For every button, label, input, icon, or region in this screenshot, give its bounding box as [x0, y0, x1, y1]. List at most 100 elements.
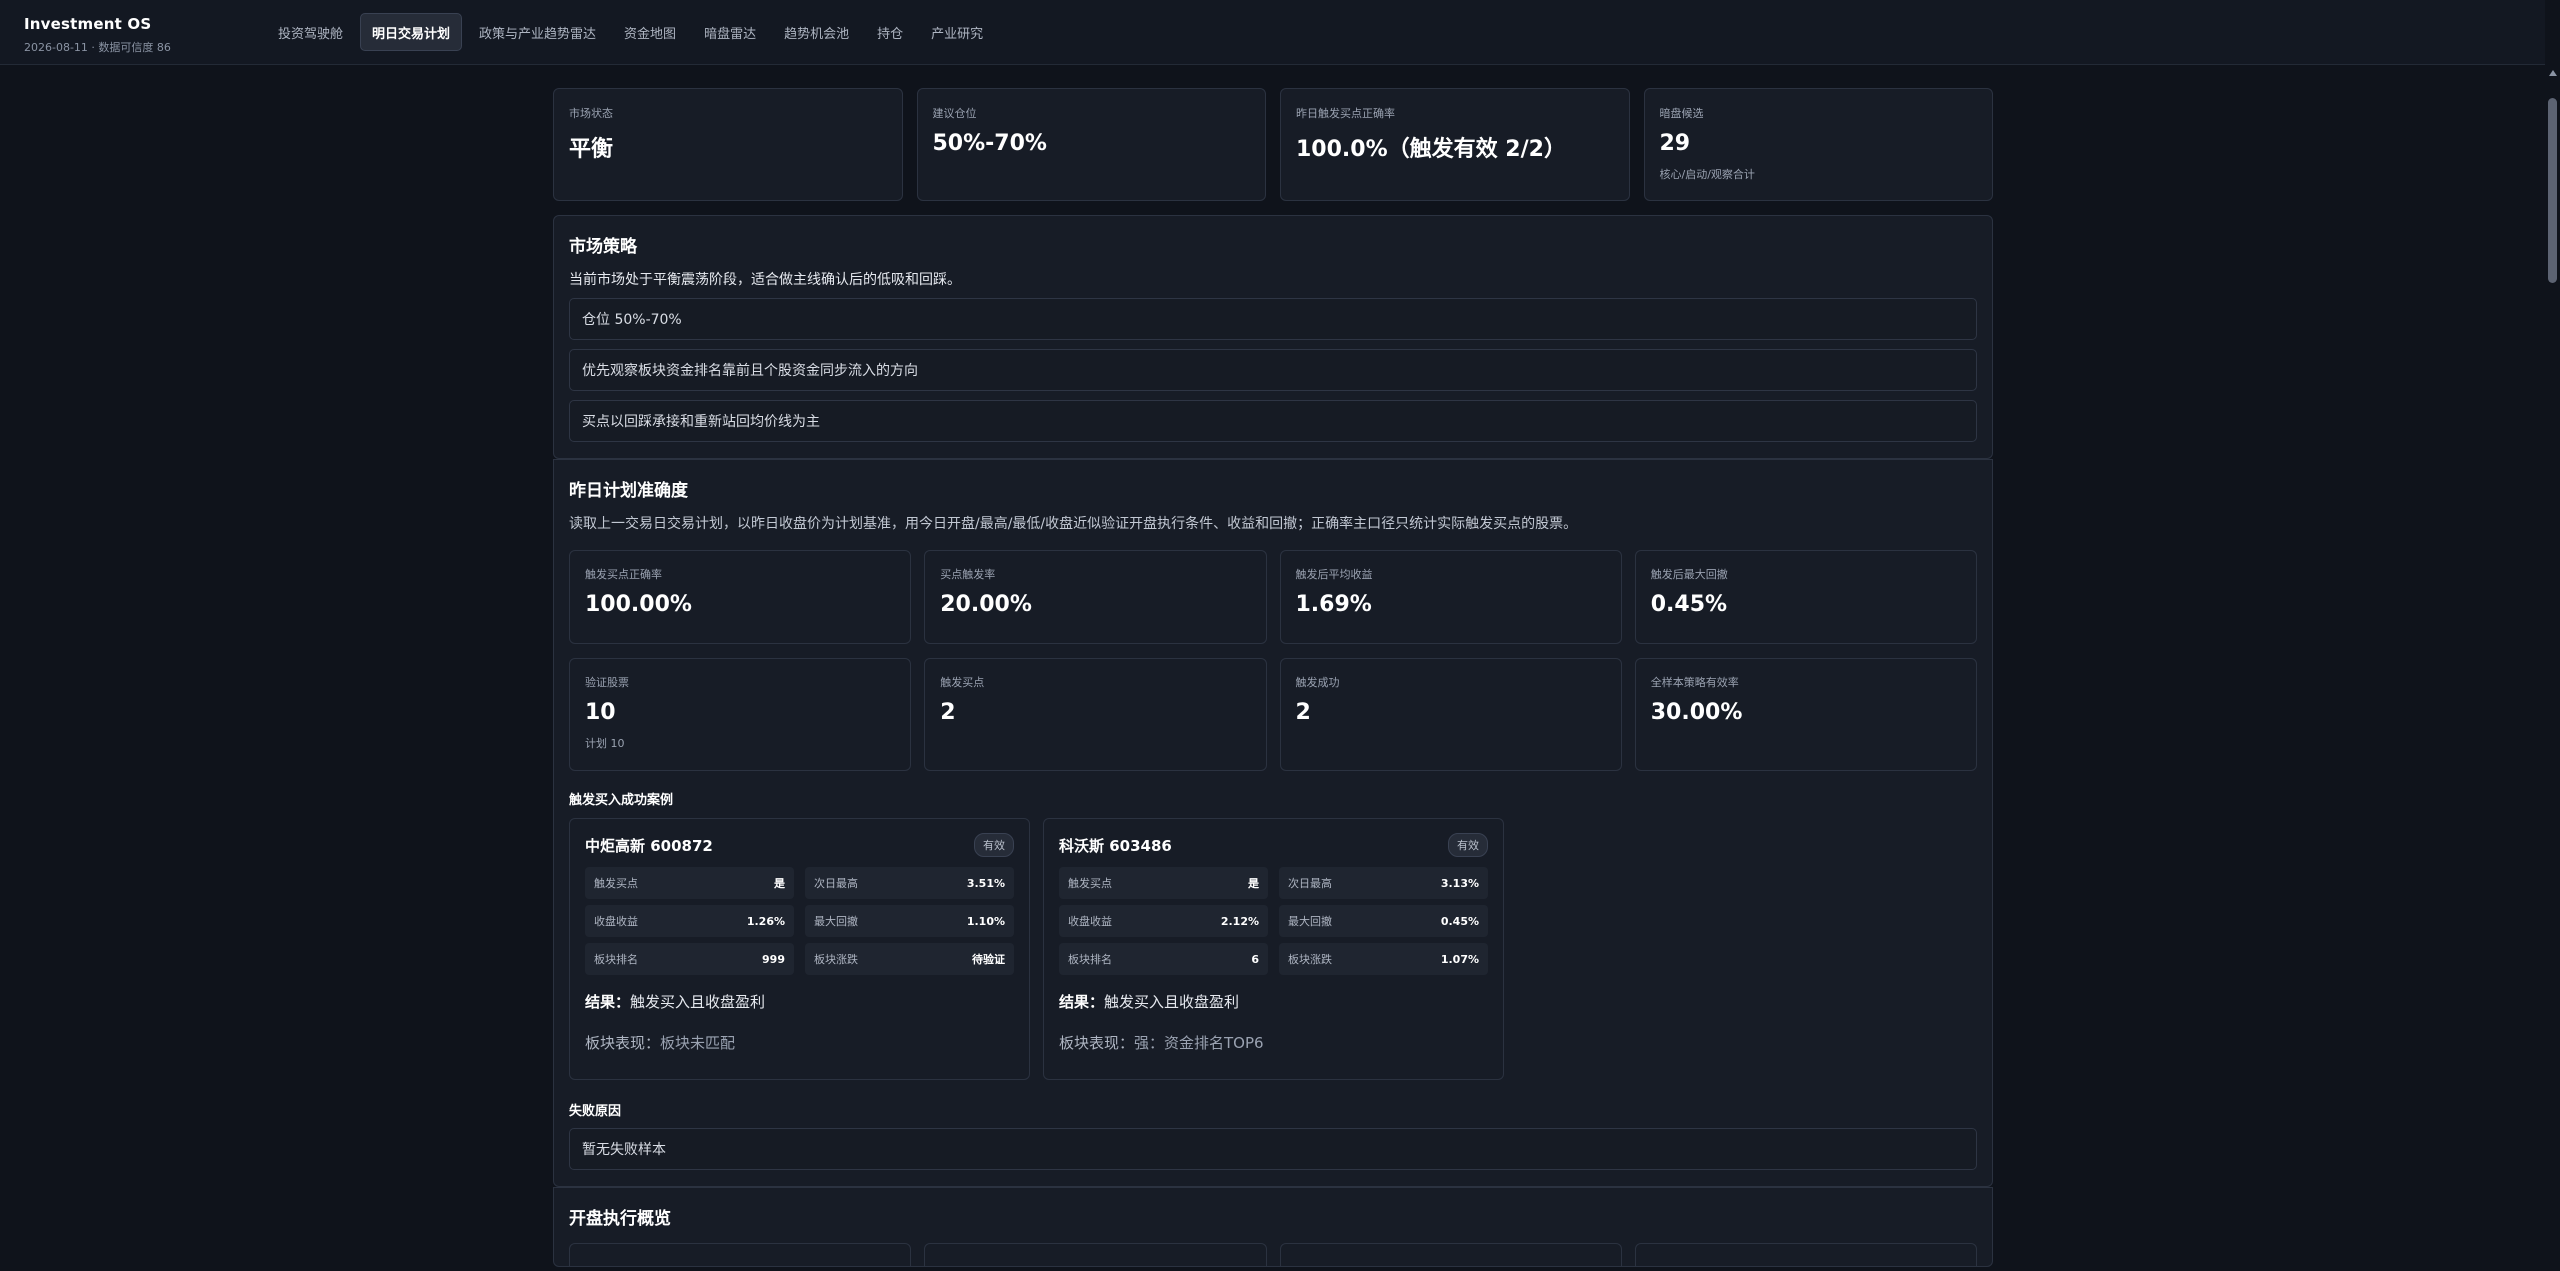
nav-tab-dark-radar[interactable]: 暗盘雷达: [693, 13, 767, 51]
kv-item: 次日最高 3.51%: [805, 867, 1014, 899]
kv-item: 触发买点是: [585, 867, 794, 899]
cases-title: 触发买入成功案例: [569, 793, 674, 808]
scroll-up-arrow-icon[interactable]: [2549, 70, 2557, 76]
metric-value: 100.00%: [585, 592, 692, 617]
summary-cards: 市场状态 平衡 建议仓位 50%-70% 昨日触发买点正确率 100.0%（触发…: [553, 88, 1993, 201]
strategy-item: 优先观察板块资金排名靠前且个股资金同步流入的方向: [569, 349, 1977, 391]
stat-card-dark-candidates: 暗盘候选 29 核心/启动/观察合计: [1643, 88, 1993, 201]
case-name: 中炬高新 600872: [585, 836, 713, 855]
stat-sub: 核心/启动/观察合计: [1659, 168, 1755, 181]
metric-value: 10: [585, 700, 616, 725]
case-kv-grid: 触发买点是 次日最高 3.13% 收盘收益 2.12% 最大回撤 0.45% 板块排名…: [1059, 867, 1488, 975]
metric-label: 全样本策略有效率: [1650, 676, 1739, 689]
case-result: 结果：触发买入且收盘盈利: [585, 993, 766, 1011]
metric-label: 触发后最大回撤: [1650, 568, 1728, 581]
stat-label: 昨日触发买点正确率: [1296, 107, 1395, 120]
case-card: 中炬高新 600872 有效 触发买点是 次日最高 3.51% 收盘收益 1.26%…: [569, 818, 1030, 1080]
kv-item: 板块涨跌 1.07%: [1279, 943, 1488, 975]
opening-card: [1279, 1243, 1622, 1266]
main-nav: 投资驾驶舱 明日交易计划 政策与产业趋势雷达 资金地图 暗盘雷达 趋势机会池 持…: [267, 13, 994, 51]
status-badge: 有效: [1448, 833, 1488, 857]
case-name: 科沃斯 603486: [1059, 836, 1172, 855]
section-title: 昨日计划准确度: [569, 481, 688, 501]
strategy-section: 市场策略 当前市场处于平衡震荡阶段，适合做主线确认后的低吸和回踩。 仓位 50%…: [553, 215, 1993, 459]
case-card: 科沃斯 603486 有效 触发买点是 次日最高 3.13% 收盘收益 2.12% …: [1043, 818, 1504, 1080]
metric-value: 2: [940, 700, 956, 725]
metric-label: 验证股票: [585, 676, 629, 689]
metric-value: 2: [1295, 700, 1311, 725]
nav-tab-cockpit[interactable]: 投资驾驶舱: [267, 13, 354, 51]
status-badge: 有效: [974, 833, 1014, 857]
kv-item: 收盘收益 1.26%: [585, 905, 794, 937]
metric-card: 触发成功 2: [1279, 658, 1622, 771]
metric-card: 触发后最大回撤 0.45%: [1634, 550, 1977, 644]
metric-label: 触发买点正确率: [585, 568, 662, 581]
section-desc: 读取上一交易日交易计划，以昨日收盘价为计划基准，用今日开盘/最高/最低/收盘近似…: [569, 516, 1578, 532]
opening-card: [924, 1243, 1267, 1266]
accuracy-metrics-row-2: 验证股票 10 计划 10 触发买点 2 触发成功 2 全样本策略有效率 30.…: [569, 658, 1977, 771]
app-title: Investment OS: [24, 15, 152, 33]
section-desc: 当前市场处于平衡震荡阶段，适合做主线确认后的低吸和回踩。: [569, 272, 961, 288]
metric-label: 触发成功: [1295, 676, 1340, 689]
case-result: 结果：触发买入且收盘盈利: [1059, 993, 1240, 1011]
metric-card: 验证股票 10 计划 10: [569, 658, 912, 771]
nav-tab-policy-radar[interactable]: 政策与产业趋势雷达: [468, 13, 607, 51]
kv-item: 收盘收益 2.12%: [1059, 905, 1268, 937]
nav-tab-tomorrow-plan[interactable]: 明日交易计划: [360, 13, 463, 51]
nav-tab-trend-pool[interactable]: 趋势机会池: [773, 13, 860, 51]
metric-value: 30.00%: [1650, 700, 1743, 725]
section-title: 市场策略: [569, 237, 637, 257]
section-title: 开盘执行概览: [569, 1209, 671, 1229]
case-board: 板块表现：板块未匹配: [585, 1034, 736, 1052]
opening-section: 开盘执行概览: [553, 1187, 1993, 1267]
main-content: 市场状态 平衡 建议仓位 50%-70% 昨日触发买点正确率 100.0%（触发…: [553, 88, 1993, 1267]
kv-item: 触发买点是: [1059, 867, 1268, 899]
metric-value: 1.69%: [1295, 592, 1372, 617]
app-subtitle: 2026-08-11 · 数据可信度 86: [24, 41, 171, 54]
stat-label: 暗盘候选: [1659, 107, 1704, 120]
metric-card: 触发后平均收益 1.69%: [1279, 550, 1622, 644]
stat-value: 29: [1659, 131, 1691, 156]
metric-card: 全样本策略有效率 30.00%: [1634, 658, 1977, 771]
nav-tab-fund-map[interactable]: 资金地图: [613, 13, 687, 51]
metric-card: 触发买点正确率 100.00%: [569, 550, 912, 644]
opening-cards: [569, 1243, 1977, 1266]
kv-item: 板块涨跌 待验证: [805, 943, 1014, 975]
fail-reason: 暂无失败样本: [569, 1128, 1977, 1170]
case-board: 板块表现：强：资金排名TOP6: [1059, 1034, 1264, 1052]
opening-card: [1634, 1243, 1977, 1266]
stat-card-position: 建议仓位 50%-70%: [916, 88, 1266, 201]
stat-card-market-state: 市场状态 平衡: [553, 88, 903, 201]
metric-label: 触发后平均收益: [1295, 568, 1373, 581]
brand: Investment OS 2026-08-11 · 数据可信度 86: [24, 15, 171, 55]
metric-card: 触发买点 2: [924, 658, 1267, 771]
metric-value: 0.45%: [1650, 592, 1728, 617]
metric-card: 买点触发率 20.00%: [924, 550, 1267, 644]
accuracy-metrics-row-1: 触发买点正确率 100.00% 买点触发率 20.00% 触发后平均收益 1.6…: [569, 550, 1977, 644]
case-kv-grid: 触发买点是 次日最高 3.51% 收盘收益 1.26% 最大回撤 1.10% 板块排名…: [585, 867, 1014, 975]
kv-item: 次日最高 3.13%: [1279, 867, 1488, 899]
kv-item: 最大回撤 1.10%: [805, 905, 1014, 937]
stat-value: 100.0%（触发有效 2/2）: [1296, 137, 1566, 162]
metric-label: 触发买点: [940, 676, 985, 689]
kv-item: 板块排名 6: [1059, 943, 1268, 975]
success-cases: 中炬高新 600872 有效 触发买点是 次日最高 3.51% 收盘收益 1.26%…: [569, 818, 1977, 1080]
nav-tab-holdings[interactable]: 持仓: [866, 13, 914, 51]
opening-card: [569, 1243, 912, 1266]
scrollbar-thumb[interactable]: [2548, 98, 2557, 283]
metric-sub: 计划 10: [585, 737, 625, 750]
metric-value: 20.00%: [940, 592, 1032, 617]
kv-item: 最大回撤 0.45%: [1279, 905, 1488, 937]
accuracy-section: 昨日计划准确度 读取上一交易日交易计划，以昨日收盘价为计划基准，用今日开盘/最高…: [553, 459, 1993, 1187]
kv-item: 板块排名 999: [585, 943, 794, 975]
metric-label: 买点触发率: [940, 568, 996, 581]
top-navigation-bar: Investment OS 2026-08-11 · 数据可信度 86 投资驾驶…: [0, 0, 2545, 65]
nav-tab-industry-research[interactable]: 产业研究: [920, 13, 994, 51]
strategy-item: 买点以回踩承接和重新站回均价线为主: [569, 400, 1977, 442]
stat-label: 建议仓位: [932, 107, 977, 120]
stat-card-accuracy: 昨日触发买点正确率 100.0%（触发有效 2/2）: [1280, 88, 1630, 201]
fail-title: 失败原因: [569, 1104, 622, 1119]
stat-label: 市场状态: [569, 107, 613, 120]
strategy-item: 仓位 50%-70%: [569, 298, 1977, 340]
stat-value: 50%-70%: [932, 131, 1047, 156]
